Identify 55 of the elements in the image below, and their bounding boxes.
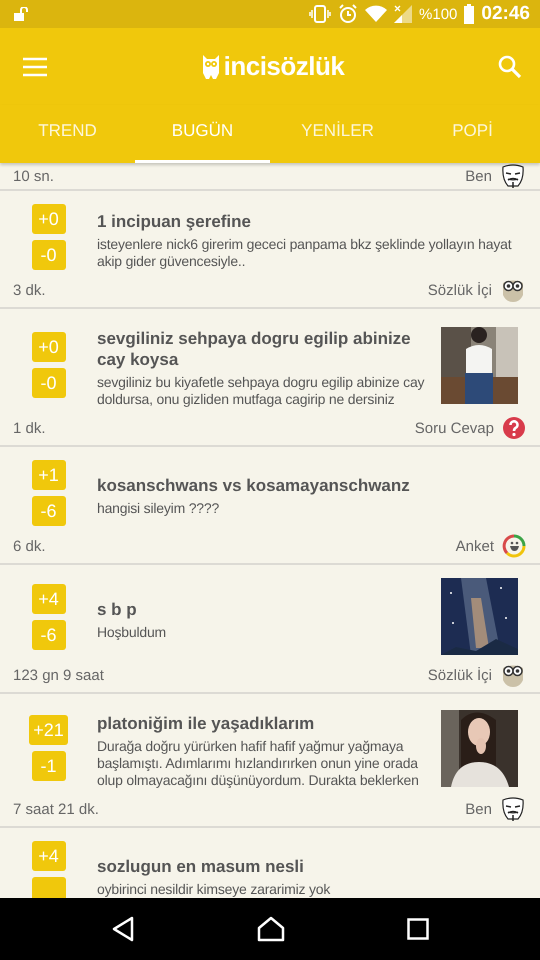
downvote-button[interactable]: -0 bbox=[32, 368, 66, 398]
mask-icon bbox=[500, 163, 526, 189]
upvote-button[interactable]: +0 bbox=[32, 332, 66, 362]
category-label[interactable]: Sözlük İçi bbox=[428, 666, 492, 684]
signal-icon bbox=[394, 5, 412, 23]
category-label[interactable]: Ben bbox=[465, 800, 492, 818]
entry-excerpt: Durağa doğru yürürken hafif hafif yağmur yağmaya başlamıştı. Adımlarımı hızlandırırken onun yine orada olup olmayacağını düşünüyordum. Durakta beklerken bbox=[97, 738, 420, 789]
back-button[interactable] bbox=[111, 916, 135, 942]
downvote-button[interactable]: -6 bbox=[32, 496, 66, 526]
tab[interactable]: POPİ bbox=[405, 105, 540, 163]
upvote-button[interactable]: +4 bbox=[32, 841, 66, 871]
downvote-button[interactable]: -1 bbox=[32, 751, 66, 781]
entry-title[interactable]: platoniğim ile yaşadıklarım bbox=[97, 713, 425, 734]
mask-icon bbox=[500, 796, 526, 822]
recents-button[interactable] bbox=[407, 918, 429, 940]
entry-title[interactable]: kosanschwans vs kosamayanschwanz bbox=[97, 475, 526, 496]
category-label[interactable]: Soru Cevap bbox=[414, 420, 494, 436]
entry-time: 3 dk. bbox=[13, 282, 46, 298]
tab[interactable]: TREND bbox=[0, 105, 135, 163]
smiley-icon bbox=[502, 534, 526, 558]
upvote-button[interactable]: +21 bbox=[29, 715, 68, 745]
clock-time: 02:46 bbox=[481, 3, 530, 25]
entry-time: 1 dk. bbox=[13, 420, 46, 436]
home-button[interactable] bbox=[257, 916, 285, 942]
entry-time: 7 saat 21 dk. bbox=[13, 800, 99, 818]
battery-percentage: %100 bbox=[419, 6, 458, 22]
entry-excerpt: oybirinci nesildir kimseye zararimiz yok bbox=[97, 881, 332, 898]
category-label[interactable]: Ben bbox=[465, 168, 492, 184]
upvote-button[interactable]: +0 bbox=[32, 204, 66, 234]
entry-time: 6 dk. bbox=[13, 538, 46, 554]
downvote-button[interactable]: -6 bbox=[32, 620, 66, 650]
entry-excerpt: Hoşbuldum bbox=[97, 624, 168, 640]
tab[interactable]: YENİLER bbox=[270, 105, 405, 163]
entry-excerpt: sevgiliniz bu kiyafetle sehpaya dogru egilip abinize cay doldursa, onu gizliden mutfaga cagirip ne dersiniz bbox=[97, 374, 425, 408]
question-icon bbox=[502, 416, 526, 440]
app-logo: incisözlük bbox=[224, 51, 344, 82]
owl-logo-icon bbox=[202, 54, 220, 78]
unlock-icon bbox=[14, 7, 28, 21]
entry-title[interactable]: 1 incipuan şerefine bbox=[97, 210, 526, 232]
entry-title[interactable]: s b p bbox=[97, 598, 425, 620]
entry-time: 10 sn. bbox=[13, 168, 54, 184]
downvote-button[interactable]: -0 bbox=[32, 240, 66, 270]
upvote-button[interactable]: +4 bbox=[32, 584, 66, 614]
category-label[interactable]: Anket bbox=[456, 538, 494, 554]
category-label[interactable]: Sözlük İçi bbox=[428, 282, 492, 298]
entry-excerpt: hangisi sileyim ???? bbox=[97, 500, 220, 517]
battery-icon bbox=[464, 4, 474, 24]
alarm-icon bbox=[338, 4, 358, 24]
entry-title[interactable]: sevgiliniz sehpaya dogru egilip abinize cay koysa bbox=[97, 328, 425, 370]
wifi-icon bbox=[365, 5, 388, 23]
entry-time: 123 gn 9 saat bbox=[13, 666, 104, 684]
entry-title[interactable]: sozlugun en masum nesli bbox=[97, 856, 526, 877]
vibrate-icon bbox=[309, 5, 332, 23]
entry-excerpt: isteyenlere nick6 girerim gececi panpama bkz şeklinde yollayın hayat akip gider güvencesiyle.. bbox=[97, 236, 512, 270]
upvote-button[interactable]: +1 bbox=[32, 460, 66, 490]
